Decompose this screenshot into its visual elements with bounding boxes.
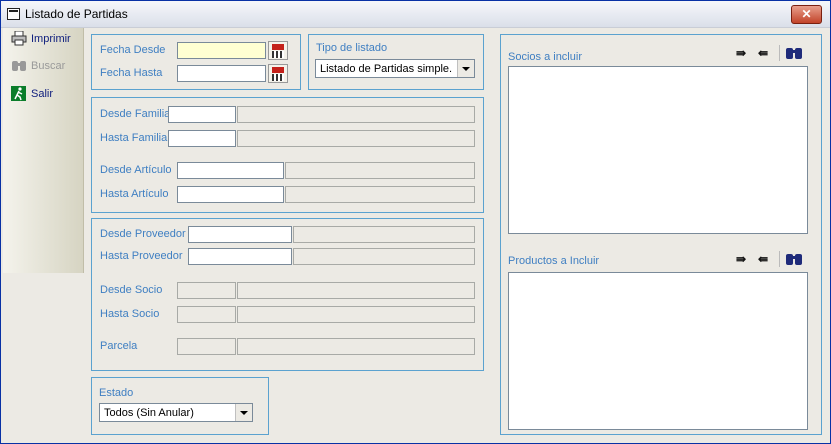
chevron-down-icon[interactable]	[235, 404, 252, 421]
exit-icon	[11, 86, 26, 101]
date-from-calendar-button[interactable]	[268, 41, 288, 60]
plot-code-field	[177, 338, 236, 355]
date-from-label: Fecha Desde	[100, 44, 166, 56]
to-member-code-field	[177, 306, 236, 323]
to-supplier-name-field	[293, 248, 475, 265]
window: Listado de Partidas ✕ Imprimir Buscar Sa…	[0, 0, 831, 444]
from-supplier-label: Desde Proveedor	[100, 228, 186, 240]
title-bar: Listado de Partidas ✕	[1, 1, 830, 28]
remove-all-products-button[interactable]: ⇚	[754, 251, 772, 267]
toolbar-divider	[779, 45, 780, 61]
to-article-code-input[interactable]	[177, 186, 284, 203]
from-family-label: Desde Familia	[100, 108, 171, 120]
sidebar: Imprimir Buscar Salir	[3, 28, 84, 273]
from-article-label: Desde Artículo	[100, 164, 172, 176]
calendar-icon	[272, 67, 284, 73]
list-type-select[interactable]: Listado de Partidas simple.	[315, 59, 475, 78]
add-all-members-button[interactable]: ⇛	[732, 45, 750, 61]
remove-all-members-button[interactable]: ⇚	[754, 45, 772, 61]
list-type-value: Listado de Partidas simple.	[320, 63, 453, 75]
calendar-grid	[272, 74, 284, 81]
from-member-code-field	[177, 282, 236, 299]
to-supplier-label: Hasta Proveedor	[100, 250, 183, 262]
to-family-name-field	[237, 130, 475, 147]
members-list[interactable]	[508, 66, 808, 234]
products-list[interactable]	[508, 272, 808, 430]
binoculars-icon[interactable]	[785, 45, 803, 61]
date-from-input[interactable]	[177, 42, 266, 59]
calendar-grid	[272, 51, 284, 58]
printer-icon	[11, 31, 27, 46]
from-article-name-field	[285, 162, 475, 179]
print-label: Imprimir	[31, 33, 71, 45]
calendar-icon	[272, 44, 284, 50]
from-family-code-input[interactable]	[168, 106, 236, 123]
exit-button[interactable]: Salir	[9, 84, 81, 104]
window-icon	[7, 8, 20, 20]
date-to-calendar-button[interactable]	[268, 64, 288, 83]
list-type-label: Tipo de listado	[316, 42, 388, 54]
to-article-name-field	[285, 186, 475, 203]
add-all-products-button[interactable]: ⇛	[732, 251, 750, 267]
search-label: Buscar	[31, 60, 66, 72]
plot-name-field	[237, 338, 475, 355]
binoculars-icon	[12, 61, 26, 71]
exit-label: Salir	[31, 88, 54, 100]
toolbar-divider	[779, 251, 780, 267]
from-family-name-field	[237, 106, 475, 123]
close-button[interactable]: ✕	[791, 5, 822, 24]
to-family-code-input[interactable]	[168, 130, 236, 147]
to-member-label: Hasta Socio	[100, 308, 160, 320]
to-supplier-code-input[interactable]	[188, 248, 292, 265]
window-title: Listado de Partidas	[25, 7, 128, 21]
search-button[interactable]: Buscar	[9, 56, 81, 76]
binoculars-icon[interactable]	[785, 251, 803, 267]
products-include-label: Productos a Incluir	[508, 255, 600, 267]
from-member-label: Desde Socio	[100, 284, 163, 296]
date-to-input[interactable]	[177, 65, 266, 82]
members-include-label: Socios a incluir	[508, 51, 582, 63]
from-article-code-input[interactable]	[177, 162, 284, 179]
date-to-label: Fecha Hasta	[100, 67, 163, 79]
status-value: Todos (Sin Anular)	[104, 407, 194, 419]
from-member-name-field	[237, 282, 475, 299]
from-supplier-name-field	[293, 226, 475, 243]
status-select[interactable]: Todos (Sin Anular)	[99, 403, 253, 422]
plot-label: Parcela	[100, 340, 138, 352]
from-supplier-code-input[interactable]	[188, 226, 292, 243]
to-article-label: Hasta Artículo	[100, 188, 169, 200]
to-member-name-field	[237, 306, 475, 323]
chevron-down-icon[interactable]	[457, 60, 474, 77]
status-label: Estado	[99, 387, 134, 399]
print-button[interactable]: Imprimir	[9, 29, 81, 49]
to-family-label: Hasta Familia	[100, 132, 168, 144]
